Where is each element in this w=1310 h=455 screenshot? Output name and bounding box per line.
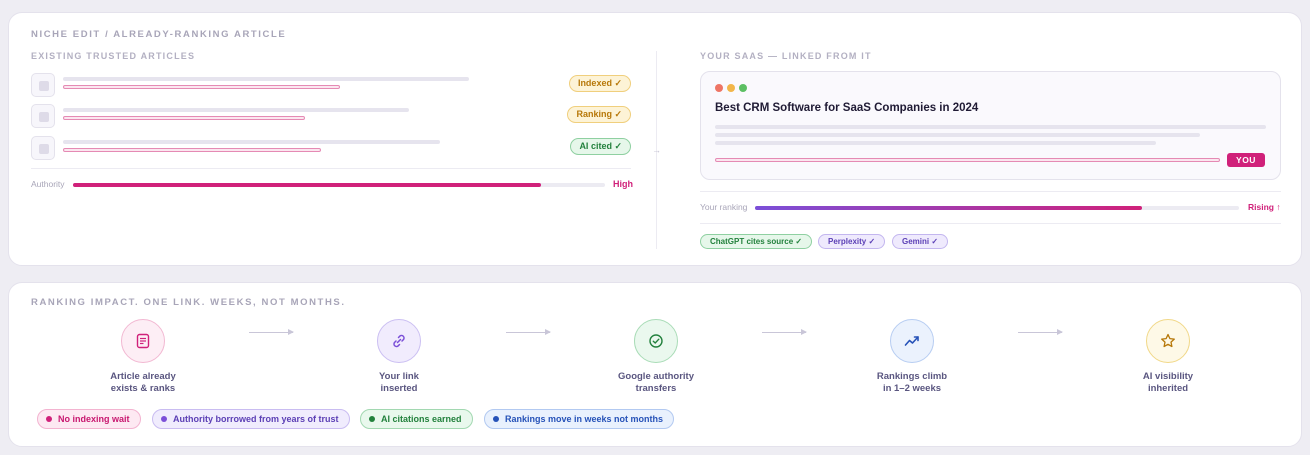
ranking-badge: Ranking ✓ [567,106,631,123]
tag-no-indexing-wait: No indexing wait [37,409,141,429]
perplexity-pill: Perplexity ✓ [818,234,886,249]
panel-title: NICHE EDIT / ALREADY-RANKING ARTICLE [31,29,287,40]
article-thumbnail [31,136,55,160]
chatgpt-pill: ChatGPT cites source ✓ [700,234,813,249]
step-article-exists: Article already exists & ranks [63,319,223,395]
star-icon [1146,319,1190,363]
article-row-ranking: Ranking ✓ [31,104,631,128]
bullet-icon [46,416,52,422]
browser-article-title: Best CRM Software for SaaS Companies in … [715,102,979,114]
article-text-line [715,141,1156,145]
article-text-line [63,140,440,144]
article-text-line [63,77,469,81]
ranking-bar [755,206,1239,210]
divider [31,168,631,169]
article-row-ai-cited: AI cited ✓ [31,136,631,160]
divider [700,223,1281,224]
step-rankings-climb: Rankings climb in 1–2 weeks [832,319,992,395]
indexed-badge: Indexed ✓ [568,75,631,92]
ranking-value: Rising ↑ [1248,202,1281,212]
article-text-line [63,108,409,112]
niche-edit-panel: NICHE EDIT / ALREADY-RANKING ARTICLE EXI… [8,12,1302,266]
close-dot-icon [715,84,723,92]
step-label-line1: AI visibility [1142,371,1194,382]
article-text-line [715,133,1200,137]
link-icon [377,319,421,363]
article-thumbnail [31,104,55,128]
step-label-line2: in 1–2 weeks [882,383,942,394]
minimize-dot-icon [727,84,735,92]
tag-label: AI citations earned [381,414,462,424]
article-link-line [63,85,340,89]
trending-up-icon [890,319,934,363]
maximize-dot-icon [739,84,747,92]
step-arrow [506,329,551,335]
authority-value: High [613,179,633,189]
article-row-indexed: Indexed ✓ [31,73,631,97]
step-label-line1: Your link [379,371,419,382]
gemini-pill: Gemini ✓ [892,234,949,249]
your-link-line [715,158,1220,162]
existing-articles-title: EXISTING TRUSTED ARTICLES [31,51,196,61]
check-circle-icon [634,319,678,363]
browser-window: Best CRM Software for SaaS Companies in … [700,71,1281,180]
tag-authority-borrowed: Authority borrowed from years of trust [152,409,350,429]
ranking-bar-fill [755,206,1143,210]
article-link-line [63,116,305,120]
tag-ai-citations: AI citations earned [360,409,473,429]
connector-arrow: → [652,145,661,155]
authority-label: Authority [31,179,65,189]
ai-cited-badge: AI cited ✓ [570,138,631,155]
step-link-inserted: Your link inserted [319,319,479,395]
step-arrow [249,329,294,335]
divider [700,191,1281,192]
bullet-icon [493,416,499,422]
linked-saas-title: YOUR SAAS — LINKED FROM IT [700,51,872,61]
step-label-line2: inherited [1147,383,1189,394]
tag-label: Authority borrowed from years of trust [173,414,339,424]
tag-label: Rankings move in weeks not months [505,414,664,424]
tag-rankings-weeks: Rankings move in weeks not months [484,409,675,429]
panel-title: RANKING IMPACT. ONE LINK. WEEKS, NOT MON… [31,297,346,308]
document-icon [121,319,165,363]
you-badge: YOU [1227,153,1265,167]
step-ai-visibility: AI visibility inherited [1088,319,1248,395]
step-label-line1: Google authority [618,371,694,382]
step-label-line1: Article already [110,371,176,382]
bullet-icon [161,416,167,422]
step-label-line1: Rankings climb [876,371,948,382]
step-label-line2: transfers [635,383,677,394]
article-thumbnail [31,73,55,97]
step-authority-transfers: Google authority transfers [576,319,736,395]
tag-label: No indexing wait [58,414,130,424]
step-arrow [762,329,807,335]
step-label-line2: inserted [380,383,418,394]
article-link-line [63,148,321,152]
step-arrow [1018,329,1063,335]
authority-bar [73,183,605,187]
ranking-label: Your ranking [700,202,748,212]
authority-bar-fill [73,183,542,187]
step-label-line2: exists & ranks [110,383,176,394]
bullet-icon [369,416,375,422]
article-text-line [715,125,1266,129]
ranking-impact-panel: RANKING IMPACT. ONE LINK. WEEKS, NOT MON… [8,282,1302,447]
